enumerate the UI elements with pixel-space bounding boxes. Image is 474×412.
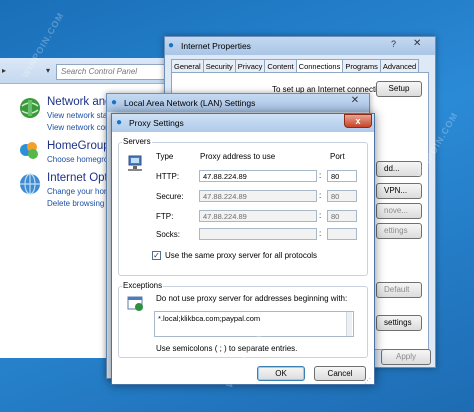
globe-icon: ● xyxy=(111,97,118,108)
same-proxy-label[interactable]: Use the same proxy server for all protoc… xyxy=(165,251,317,260)
lan-settings-title: Local Area Network (LAN) Settings xyxy=(124,98,256,108)
search-input[interactable]: Search Control Panel xyxy=(56,64,168,80)
proxy-server-icon xyxy=(128,155,142,171)
cancel-button[interactable]: Cancel xyxy=(314,366,366,381)
globe-icon: ● xyxy=(116,117,123,128)
proxy-settings-window: ● Proxy Settings x Servers Type Proxy ad… xyxy=(111,113,375,385)
http-port-input[interactable] xyxy=(327,170,357,182)
ftp-colon: : xyxy=(319,211,322,220)
delete-browsing-history-link[interactable]: Delete browsing xyxy=(47,199,104,208)
settings-button-label: ettings xyxy=(384,226,408,235)
change-home-page-link[interactable]: Change your hor xyxy=(47,187,107,196)
exceptions-description: Do not use proxy server for addresses be… xyxy=(156,294,348,303)
internet-options-icon xyxy=(20,173,40,195)
set-default-button-label: Default xyxy=(384,285,410,294)
network-section-title[interactable]: Network and xyxy=(47,96,112,108)
tab-content[interactable]: Content xyxy=(264,59,297,73)
socks-address-input[interactable] xyxy=(199,228,317,240)
proxy-settings-titlebar[interactable]: ● Proxy Settings x xyxy=(112,114,374,132)
address-column-header: Proxy address to use xyxy=(200,152,276,161)
forward-arrow-icon[interactable]: ▸ xyxy=(2,66,6,75)
choose-homegroup-link[interactable]: Choose homegro xyxy=(47,155,108,164)
semicolons-note: Use semicolons ( ; ) to separate entries… xyxy=(156,344,298,353)
tab-general[interactable]: General xyxy=(171,59,204,73)
homegroup-icon xyxy=(20,142,38,159)
same-proxy-checkbox[interactable]: ✓ xyxy=(152,251,161,260)
ftp-address-input[interactable] xyxy=(199,210,317,222)
tab-connections[interactable]: Connections xyxy=(295,59,344,73)
http-colon: : xyxy=(319,171,322,180)
close-icon[interactable]: ✕ xyxy=(413,38,421,49)
help-icon[interactable]: ? xyxy=(391,39,396,49)
type-column-header: Type xyxy=(156,152,174,161)
close-button[interactable]: x xyxy=(344,114,372,128)
exceptions-icon xyxy=(127,296,143,311)
globe-icon: ● xyxy=(168,40,175,51)
resize-grip-icon[interactable]: ⋰ xyxy=(364,377,371,385)
secure-colon: : xyxy=(319,191,322,200)
close-icon[interactable]: ✕ xyxy=(347,95,363,106)
apply-button[interactable]: Apply xyxy=(381,349,431,365)
proxy-settings-title: Proxy Settings xyxy=(129,118,184,128)
tab-programs[interactable]: Programs xyxy=(342,59,381,73)
setup-button[interactable]: Setup xyxy=(376,81,422,97)
ok-button[interactable]: OK xyxy=(257,366,305,381)
secure-port-input[interactable] xyxy=(327,190,357,202)
network-icon xyxy=(20,98,40,118)
add-vpn-button-label: VPN... xyxy=(384,186,408,195)
tab-advanced[interactable]: Advanced xyxy=(379,59,420,73)
internet-properties-titlebar[interactable]: ● Internet Properties ? ✕ xyxy=(165,37,435,55)
tab-security[interactable]: Security xyxy=(202,59,236,73)
secure-address-input[interactable] xyxy=(199,190,317,202)
http-address-input[interactable] xyxy=(199,170,317,182)
exceptions-label: Exceptions xyxy=(122,281,164,290)
search-placeholder: Search Control Panel xyxy=(61,67,138,76)
lan-settings-button-label: settings xyxy=(384,318,412,327)
ftp-port-input[interactable] xyxy=(327,210,357,222)
socks-colon: : xyxy=(319,229,322,238)
chevron-down-icon[interactable]: ▾ xyxy=(46,66,50,75)
view-network-computers-link[interactable]: View network cor xyxy=(47,123,108,132)
homegroup-section-title[interactable]: HomeGroup xyxy=(47,140,110,152)
view-network-status-link[interactable]: View network sta xyxy=(47,111,107,120)
remove-button-label: nove... xyxy=(384,206,409,215)
lan-settings-titlebar[interactable]: ● Local Area Network (LAN) Settings ✕ xyxy=(107,94,369,112)
servers-label: Servers xyxy=(122,137,152,146)
socks-label: Socks: xyxy=(156,230,181,239)
socks-port-input[interactable] xyxy=(327,228,357,240)
add-button-label: dd... xyxy=(384,164,400,173)
tab-privacy[interactable]: Privacy xyxy=(234,59,266,73)
internet-properties-tabs: General Security Privacy Content Connect… xyxy=(171,59,420,73)
exceptions-scrollbar[interactable] xyxy=(346,312,352,336)
internet-properties-title: Internet Properties xyxy=(181,41,251,51)
ftp-label: FTP: xyxy=(156,212,174,221)
port-column-header: Port xyxy=(330,152,345,161)
